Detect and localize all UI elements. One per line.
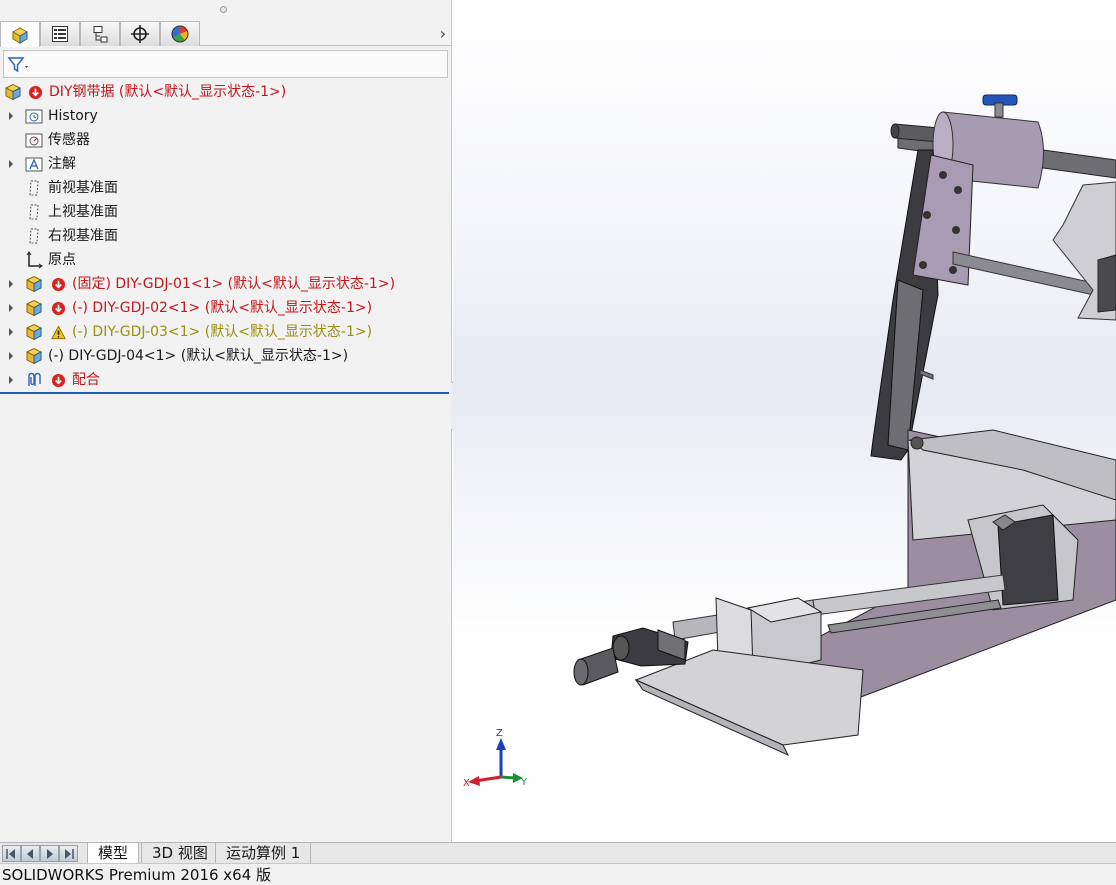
tree-root-label: DIY钢带据 (默认<默认_显示状态-1>) [49,84,287,100]
assembly-icon [3,82,23,102]
last-tab-button[interactable] [59,845,78,862]
expand-arrow-icon[interactable] [6,159,16,169]
property-list-icon [52,26,68,42]
expand-arrow-icon[interactable] [6,375,16,385]
error-status-icon [50,300,66,316]
triad-z-label: Z [496,728,503,739]
tree-item-component-02[interactable]: (-) DIY-GDJ-02<1> (默认<默认_显示状态-1>) [0,296,452,320]
expand-arrow-icon[interactable] [6,351,16,361]
dimxpert-tab[interactable] [120,21,160,46]
last-arrow-icon [65,848,74,859]
bottom-tab-bar: 模型 3D 视图 运动算例 1 [0,842,1116,864]
manager-tab-strip: › [0,20,452,47]
first-tab-button[interactable] [2,845,21,862]
tree-item-label: 右视基准面 [48,228,118,244]
filter-icon [7,57,28,73]
prev-arrow-icon [27,848,33,859]
prev-tab-button[interactable] [21,845,40,862]
tree-item-label: 传感器 [48,132,90,148]
tree-item-annotations[interactable]: 注解 [0,152,452,176]
tree-item-front-plane[interactable]: 前视基准面 [0,176,452,200]
rollback-bar[interactable] [0,392,449,394]
part-icon [24,298,44,318]
tree-item-label: 注解 [48,156,76,172]
assembly-tree-icon [11,26,29,44]
tree-item-sensors[interactable]: 传感器 [0,128,452,152]
next-tab-button[interactable] [40,845,59,862]
error-status-icon [50,276,66,292]
triad-y-label: Y [520,777,528,788]
tree-item-component-03[interactable]: (-) DIY-GDJ-03<1> (默认<默认_显示状态-1>) [0,320,452,344]
warning-status-icon [50,324,66,340]
tree-root[interactable]: DIY钢带据 (默认<默认_显示状态-1>) [0,80,452,104]
tree-item-label: 配合 [72,372,100,388]
part-icon [24,346,44,366]
origin-icon [24,250,44,270]
tree-item-label: (-) DIY-GDJ-03<1> (默认<默认_显示状态-1>) [72,324,373,340]
chevron-right-icon[interactable]: › [440,24,446,43]
tree-item-label: (-) DIY-GDJ-04<1> (默认<默认_显示状态-1>) [48,348,349,364]
displaymanager-tab[interactable] [160,21,200,46]
tree-item-component-04[interactable]: (-) DIY-GDJ-04<1> (默认<默认_显示状态-1>) [0,344,452,368]
expand-arrow-icon[interactable] [6,327,16,337]
graphics-area[interactable]: Z X Y [453,0,1116,842]
plane-icon [24,178,44,198]
expand-arrow-icon[interactable] [6,111,16,121]
assembly-model-view[interactable]: Z X Y [453,0,1116,842]
plane-icon [24,202,44,222]
plane-icon [24,226,44,246]
expand-arrow-icon[interactable] [6,303,16,313]
feature-manager-panel: › DIY钢带据 (默认<默认_显示状态-1>) History 传感器 注解 … [0,0,452,842]
tab-motion-study[interactable]: 运动算例 1 [215,843,312,864]
tree-item-label: (-) DIY-GDJ-02<1> (默认<默认_显示状态-1>) [72,300,373,316]
tree-item-component-01[interactable]: (固定) DIY-GDJ-01<1> (默认<默认_显示状态-1>) [0,272,452,296]
configuration-icon [93,26,108,43]
tree-item-right-plane[interactable]: 右视基准面 [0,224,452,248]
status-bar: SOLIDWORKS Premium 2016 x64 版 [0,863,1116,885]
sensor-folder-icon [24,130,44,150]
part-icon [24,322,44,342]
first-arrow-icon [6,848,15,859]
next-arrow-icon [47,848,53,859]
orientation-triad: Z X Y [463,728,528,789]
part-icon [24,274,44,294]
tab-model[interactable]: 模型 [87,843,140,864]
error-status-icon [50,372,66,388]
propertymanager-tab[interactable] [40,21,80,46]
tree-item-history[interactable]: History [0,104,452,128]
error-status-icon [27,84,43,100]
mates-icon [24,370,44,390]
panel-grip-handle[interactable] [220,6,227,13]
featuremanager-tab[interactable] [0,21,40,47]
tree-item-label: 上视基准面 [48,204,118,220]
tree-item-label: (固定) DIY-GDJ-01<1> (默认<默认_显示状态-1>) [72,276,396,292]
appearance-pie-icon [171,25,189,43]
history-folder-icon [24,106,44,126]
tab-3d-view[interactable]: 3D 视图 [141,843,219,864]
tree-filter-bar[interactable] [3,50,448,78]
tree-item-mates[interactable]: 配合 [0,368,452,392]
configurationmanager-tab[interactable] [80,21,120,46]
tree-item-label: History [48,108,98,124]
annotation-folder-icon [24,154,44,174]
tree-item-top-plane[interactable]: 上视基准面 [0,200,452,224]
status-text: SOLIDWORKS Premium 2016 x64 版 [2,866,272,884]
expand-arrow-icon[interactable] [6,279,16,289]
tree-item-label: 前视基准面 [48,180,118,196]
triad-x-label: X [463,778,470,789]
tree-item-label: 原点 [48,252,76,268]
tree-item-origin[interactable]: 原点 [0,248,452,272]
crosshair-icon [131,25,149,43]
